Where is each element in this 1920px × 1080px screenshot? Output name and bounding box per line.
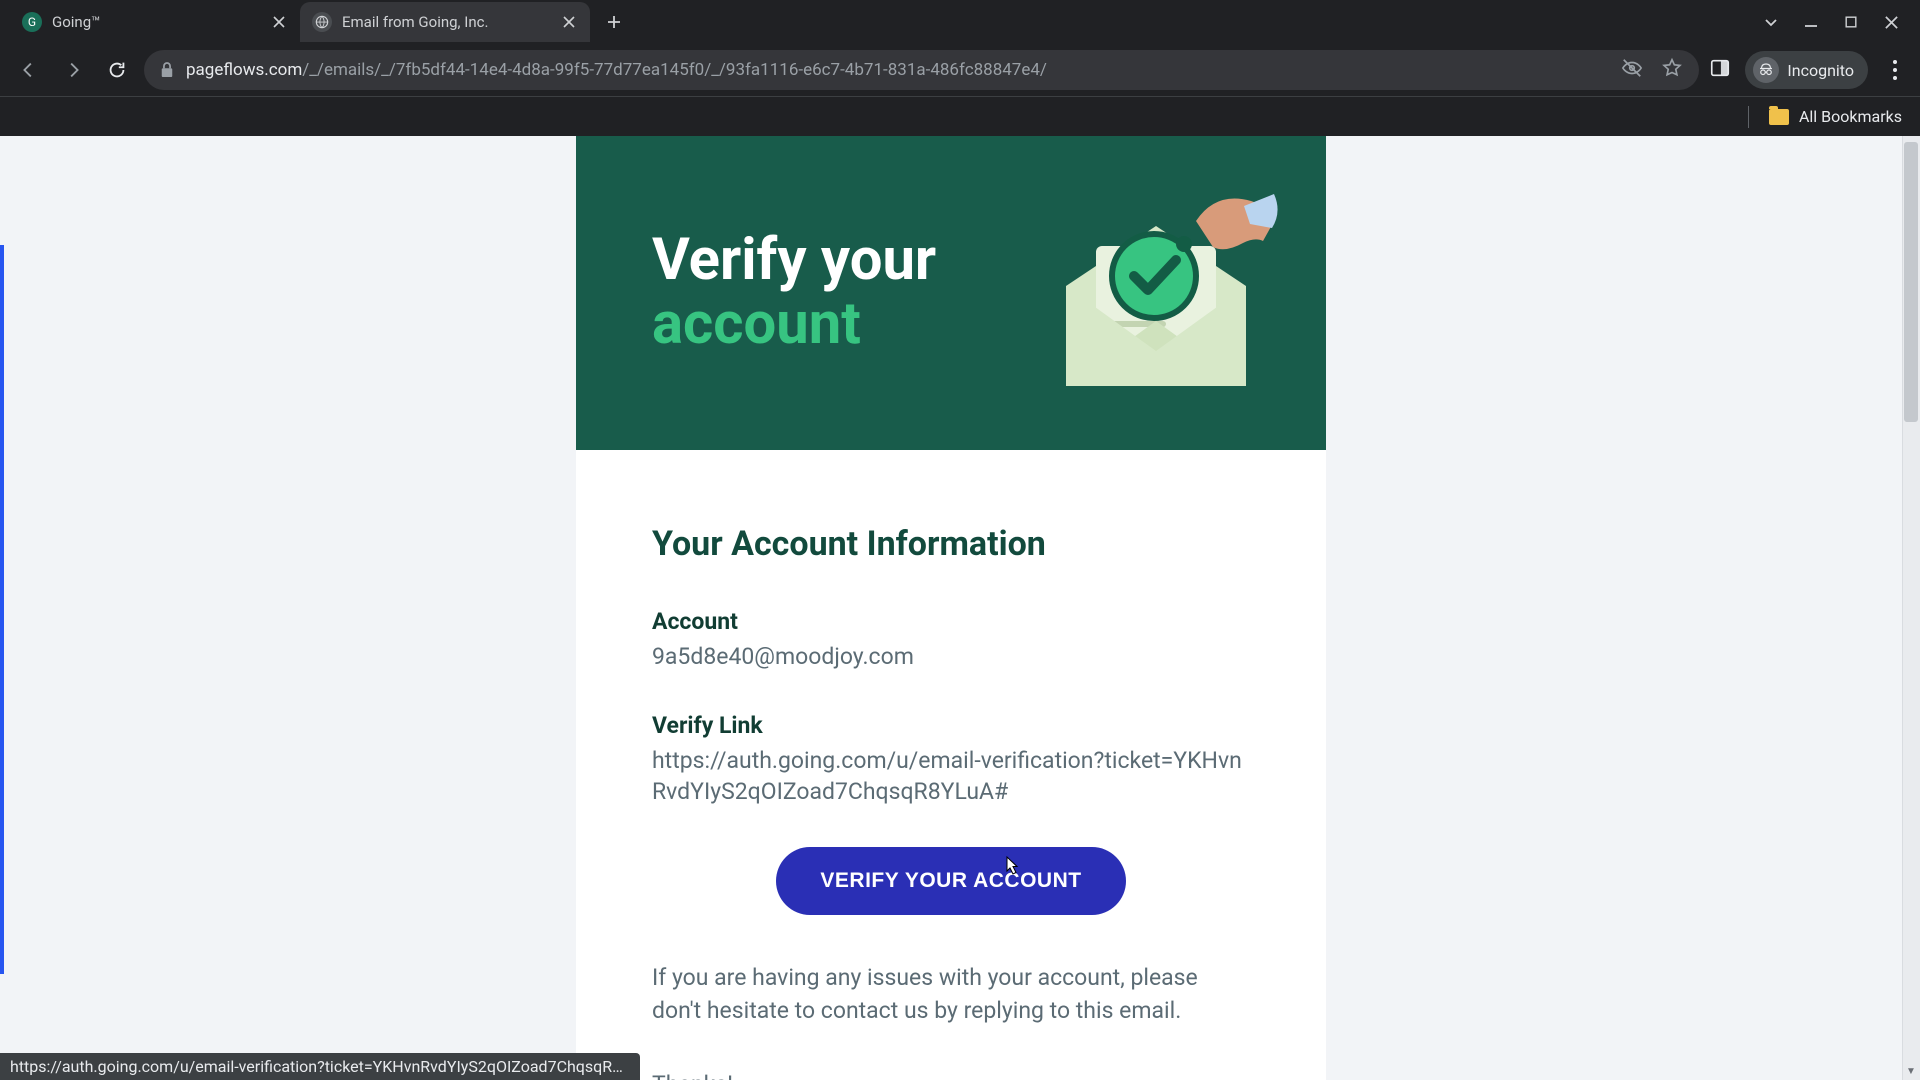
close-window-icon[interactable] xyxy=(1882,13,1900,31)
bookmarks-bar: All Bookmarks xyxy=(0,96,1920,136)
verify-account-button[interactable]: VERIFY YOUR ACCOUNT xyxy=(776,847,1125,915)
hero-title: Verify your account xyxy=(652,229,936,357)
tab-email[interactable]: Email from Going, Inc. xyxy=(300,2,590,42)
url-text: pageflows.com/_/emails/_/7fb5df44-14e4-4… xyxy=(186,60,1047,80)
maximize-icon[interactable] xyxy=(1842,13,1860,31)
globe-icon: G xyxy=(22,12,42,32)
email-body: Your Account Information Account 9a5d8e4… xyxy=(576,450,1326,1080)
lock-icon xyxy=(160,61,174,79)
browser-chrome: G Going™ Email from Going, Inc. xyxy=(0,0,1920,136)
separator xyxy=(1748,106,1749,128)
help-text: If you are having any issues with your a… xyxy=(652,961,1250,1028)
page-viewport: Verify your account xyxy=(0,136,1920,1080)
toolbar: pageflows.com/_/emails/_/7fb5df44-14e4-4… xyxy=(0,44,1920,96)
back-button[interactable] xyxy=(12,53,46,87)
tab-title: Going™ xyxy=(52,13,260,31)
selection-edge xyxy=(0,245,4,974)
eye-off-icon[interactable] xyxy=(1621,57,1643,84)
toolbar-right: Incognito xyxy=(1709,51,1908,89)
account-label: Account xyxy=(652,608,1250,635)
close-icon[interactable] xyxy=(560,13,578,31)
email-hero: Verify your account xyxy=(576,136,1326,450)
url-path: /_/emails/_/7fb5df44-14e4-4d8a-99f5-77d7… xyxy=(302,60,1047,80)
account-value: 9a5d8e40@moodjoy.com xyxy=(652,641,1250,672)
tab-going[interactable]: G Going™ xyxy=(10,2,300,42)
cta-wrap: VERIFY YOUR ACCOUNT xyxy=(652,847,1250,915)
incognito-label: Incognito xyxy=(1787,61,1854,80)
new-tab-button[interactable] xyxy=(598,6,630,38)
verify-link-label: Verify Link xyxy=(652,712,1250,739)
email-card: Verify your account xyxy=(576,136,1326,1080)
star-icon[interactable] xyxy=(1661,57,1683,84)
url-host: pageflows.com xyxy=(186,60,302,80)
hero-line2: account xyxy=(652,290,861,358)
minimize-icon[interactable] xyxy=(1802,13,1820,31)
tab-title: Email from Going, Inc. xyxy=(342,13,550,31)
tab-search-icon[interactable] xyxy=(1762,13,1780,31)
all-bookmarks-button[interactable]: All Bookmarks xyxy=(1769,107,1902,126)
tab-strip: G Going™ Email from Going, Inc. xyxy=(0,0,1920,44)
incognito-icon xyxy=(1753,57,1779,83)
signoff-thanks: Thanks! xyxy=(652,1071,733,1080)
status-bar: https://auth.going.com/u/email-verificat… xyxy=(0,1053,640,1080)
scroll-down-icon[interactable]: ▼ xyxy=(1902,1062,1920,1080)
folder-icon xyxy=(1769,109,1789,125)
globe-icon xyxy=(312,12,332,32)
address-bar[interactable]: pageflows.com/_/emails/_/7fb5df44-14e4-4… xyxy=(144,50,1699,90)
address-bar-actions xyxy=(1621,57,1683,84)
envelope-illustration xyxy=(1026,166,1286,406)
forward-button[interactable] xyxy=(56,53,90,87)
side-panel-icon[interactable] xyxy=(1709,57,1731,83)
all-bookmarks-label: All Bookmarks xyxy=(1799,107,1902,126)
scroll-thumb[interactable] xyxy=(1904,142,1918,422)
menu-button[interactable] xyxy=(1882,60,1908,80)
section-heading: Your Account Information xyxy=(652,524,1250,564)
verify-link-value: https://auth.going.com/u/email-verificat… xyxy=(652,745,1250,807)
incognito-indicator[interactable]: Incognito xyxy=(1745,51,1868,89)
window-controls xyxy=(1762,13,1920,31)
reload-button[interactable] xyxy=(100,53,134,87)
hero-line1: Verify your xyxy=(652,226,936,294)
close-icon[interactable] xyxy=(270,13,288,31)
signoff: Thanks! Going xyxy=(652,1068,1250,1080)
vertical-scrollbar[interactable]: ▲ ▼ xyxy=(1902,136,1920,1080)
